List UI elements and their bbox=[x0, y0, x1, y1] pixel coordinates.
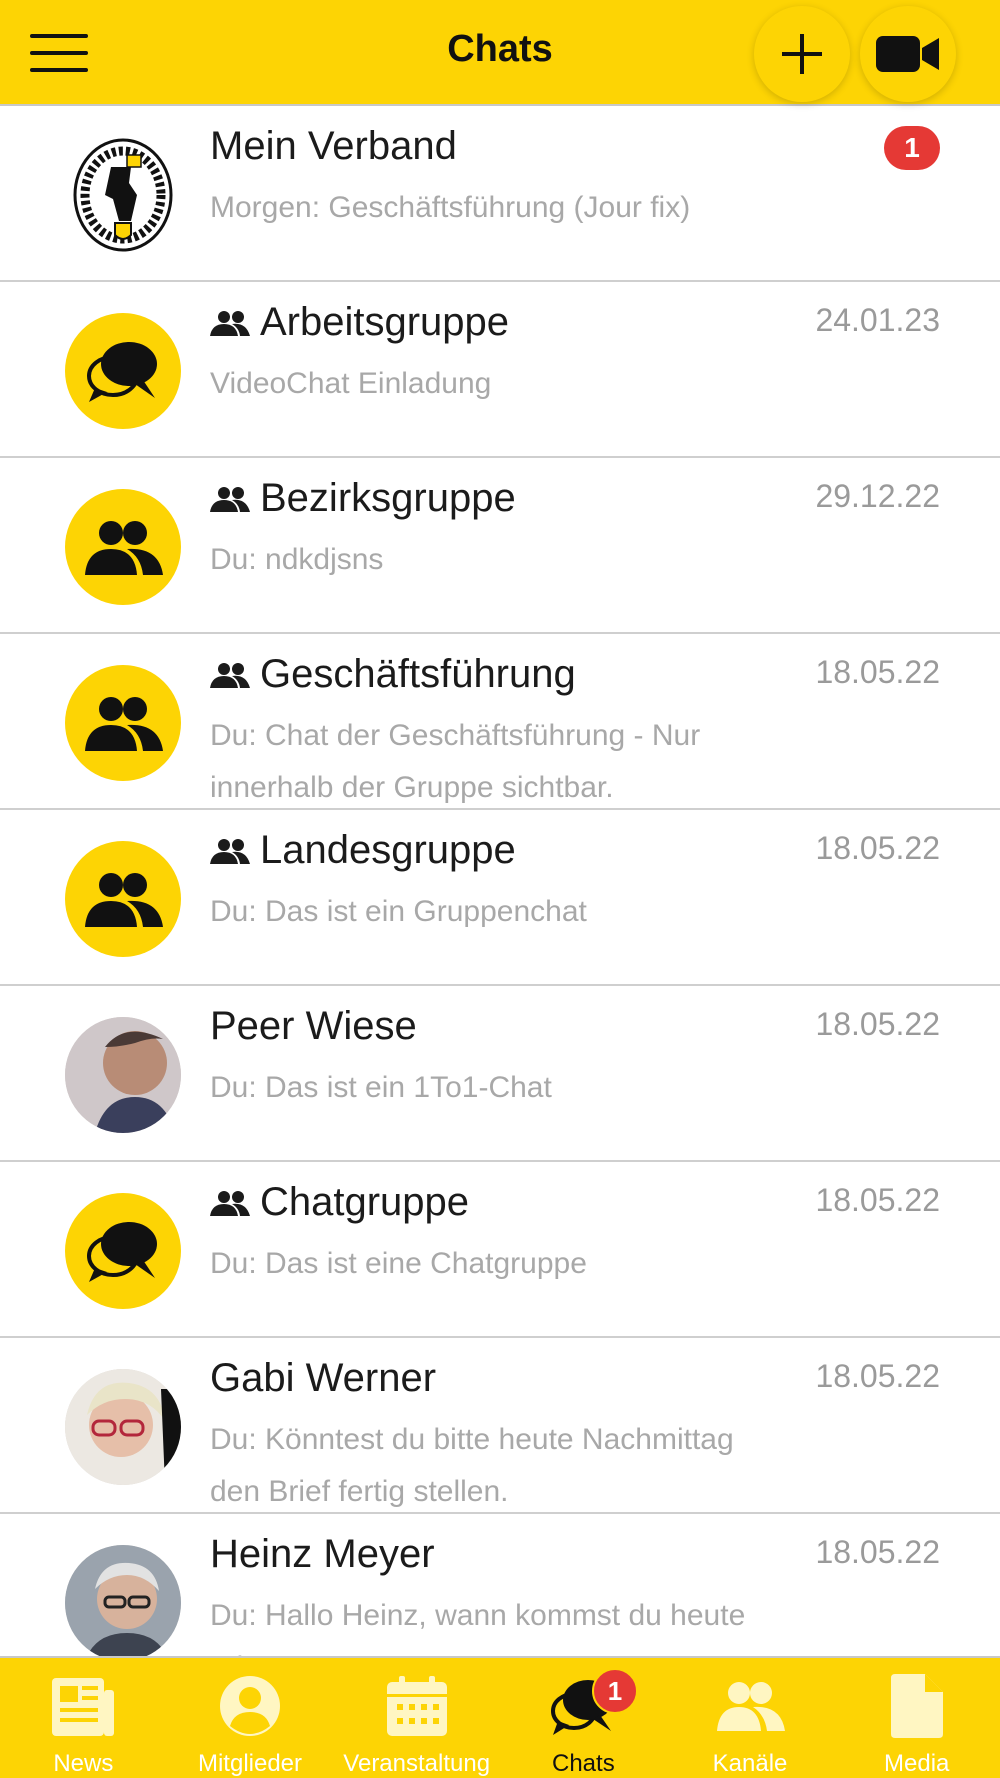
chat-preview: Morgen: Geschäftsführung (Jour fix) bbox=[210, 191, 691, 224]
chat-preview: VideoChat Einladung bbox=[210, 367, 492, 400]
nav-label: Veranstaltung bbox=[343, 1750, 491, 1777]
nav-item-veranstaltung[interactable]: Veranstaltung bbox=[333, 1658, 500, 1778]
chat-preview: Du: Könntest du bitte heute Nachmittag d… bbox=[210, 1423, 734, 1508]
plus-icon bbox=[782, 34, 822, 74]
nav-badge: 1 bbox=[592, 1668, 639, 1714]
chat-date: 29.12.22 bbox=[815, 478, 940, 514]
group-avatar bbox=[65, 1193, 181, 1309]
crest-avatar bbox=[65, 137, 181, 253]
chat-name: Geschäftsführung bbox=[210, 652, 576, 697]
group-small-icon bbox=[210, 310, 250, 336]
calendar-icon bbox=[386, 1676, 447, 1736]
group-small-icon bbox=[210, 1190, 250, 1216]
user-avatar bbox=[65, 1017, 181, 1133]
people-icon bbox=[85, 697, 163, 751]
unread-badge: 1 bbox=[884, 126, 940, 170]
chat-list: Mein Verband Morgen: Geschäftsführung (J… bbox=[0, 106, 1000, 1656]
chat-date: 18.05.22 bbox=[815, 1006, 940, 1042]
chat-name: Mein Verband bbox=[210, 124, 457, 168]
chat-preview: Du: Das ist ein 1To1-Chat bbox=[210, 1071, 552, 1104]
chat-name: Bezirksgruppe bbox=[210, 476, 516, 521]
group-small-icon bbox=[210, 838, 250, 864]
chat-date: 18.05.22 bbox=[815, 654, 940, 690]
chat-date: 24.01.23 bbox=[815, 302, 940, 338]
video-call-button[interactable] bbox=[860, 6, 956, 102]
chat-preview: Du: Hallo Heinz, wann kommst du heute re… bbox=[210, 1599, 746, 1656]
chat-name: Landesgruppe bbox=[210, 828, 516, 873]
chat-row-landesgruppe[interactable]: Landesgruppe Du: Das ist ein Gruppenchat… bbox=[0, 810, 1000, 986]
page-title: Chats bbox=[447, 28, 553, 70]
nav-label: Mitglieder bbox=[197, 1750, 303, 1777]
group-avatar bbox=[65, 665, 181, 781]
chat-preview: Du: ndkdjsns bbox=[210, 543, 384, 576]
chat-row-mein-verband[interactable]: Mein Verband Morgen: Geschäftsführung (J… bbox=[0, 106, 1000, 282]
chat-preview: Du: Das ist eine Chatgruppe bbox=[210, 1247, 587, 1280]
group-avatar bbox=[65, 313, 181, 429]
chat-row-bezirksgruppe[interactable]: Bezirksgruppe Du: ndkdjsns 29.12.22 bbox=[0, 458, 1000, 634]
chat-row-chatgruppe[interactable]: Chatgruppe Du: Das ist eine Chatgruppe 1… bbox=[0, 1162, 1000, 1338]
chat-row-geschaeftsfuehrung[interactable]: Geschäftsführung Du: Chat der Geschäftsf… bbox=[0, 634, 1000, 810]
nav-item-mitglieder[interactable]: Mitglieder bbox=[167, 1658, 334, 1778]
group-small-icon bbox=[210, 486, 250, 512]
nav-label: News bbox=[53, 1750, 114, 1777]
nav-label: Chats bbox=[552, 1750, 615, 1777]
chat-name: Chatgruppe bbox=[210, 1180, 469, 1225]
bottom-navigation: News Mitglieder Veranstaltung 1 Chats Ka… bbox=[0, 1656, 1000, 1778]
nav-item-kanaele[interactable]: Kanäle bbox=[667, 1658, 834, 1778]
person-photo-icon bbox=[65, 1369, 181, 1485]
person-photo-icon bbox=[65, 1017, 181, 1133]
chat-row-arbeitsgruppe[interactable]: Arbeitsgruppe VideoChat Einladung 24.01.… bbox=[0, 282, 1000, 458]
chat-row-peer-wiese[interactable]: Peer Wiese Du: Das ist ein 1To1-Chat 18.… bbox=[0, 986, 1000, 1162]
people-icon bbox=[717, 1682, 786, 1731]
chat-bubbles-icon bbox=[87, 342, 157, 402]
nav-item-chats[interactable]: 1 Chats bbox=[500, 1658, 667, 1778]
nav-label: Kanäle bbox=[712, 1750, 788, 1777]
video-camera-icon bbox=[876, 36, 939, 72]
user-avatar bbox=[65, 1545, 181, 1656]
people-icon bbox=[85, 521, 163, 575]
nav-item-media[interactable]: Media bbox=[833, 1658, 1000, 1778]
group-small-icon bbox=[210, 662, 250, 688]
chat-date: 18.05.22 bbox=[815, 1182, 940, 1218]
app-header: Chats bbox=[0, 0, 1000, 106]
newspaper-icon bbox=[52, 1678, 115, 1736]
chat-row-gabi-werner[interactable]: Gabi Werner Du: Könntest du bitte heute … bbox=[0, 1338, 1000, 1514]
nav-item-news[interactable]: News bbox=[0, 1658, 167, 1778]
chat-row-heinz-meyer[interactable]: Heinz Meyer Du: Hallo Heinz, wann kommst… bbox=[0, 1514, 1000, 1656]
chat-name: Heinz Meyer bbox=[210, 1532, 435, 1576]
user-circle-icon bbox=[220, 1676, 280, 1736]
nav-label: Media bbox=[884, 1750, 950, 1777]
chat-name: Gabi Werner bbox=[210, 1356, 437, 1400]
group-avatar bbox=[65, 489, 181, 605]
user-avatar bbox=[65, 1369, 181, 1485]
chat-date: 18.05.22 bbox=[815, 1534, 940, 1570]
new-chat-button[interactable] bbox=[754, 6, 850, 102]
crest-logo-icon bbox=[73, 138, 173, 252]
chat-date: 18.05.22 bbox=[815, 1358, 940, 1394]
chat-preview: Du: Das ist ein Gruppenchat bbox=[210, 895, 587, 928]
people-icon bbox=[85, 873, 163, 927]
chat-preview: Du: Chat der Geschäftsführung - Nur inne… bbox=[210, 719, 701, 804]
person-photo-icon bbox=[65, 1545, 181, 1656]
document-icon bbox=[890, 1674, 943, 1738]
chat-date: 18.05.22 bbox=[815, 830, 940, 866]
chat-bubbles-icon bbox=[87, 1222, 157, 1282]
chat-name: Peer Wiese bbox=[210, 1004, 417, 1048]
group-avatar bbox=[65, 841, 181, 957]
chat-name: Arbeitsgruppe bbox=[210, 300, 509, 345]
